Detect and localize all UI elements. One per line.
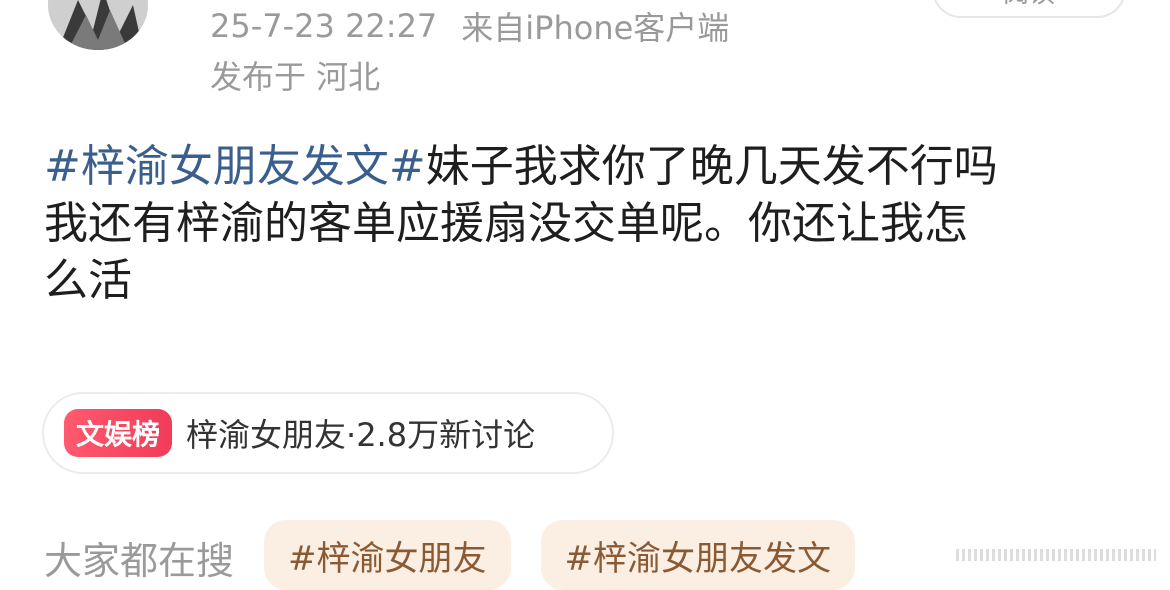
trending-search-label: 大家都在搜 bbox=[44, 539, 235, 583]
read-count-button[interactable]: 阅读 bbox=[932, 0, 1126, 18]
hot-topic-card[interactable]: 文娱榜 梓渝女朋友·2.8万新讨论 bbox=[42, 392, 614, 474]
post-meta: 25-7-23 22:27 来自iPhone客户端 bbox=[210, 4, 729, 48]
post-text-line3: 么活 bbox=[44, 255, 132, 306]
post-location: 发布于 河北 bbox=[210, 58, 381, 96]
search-chip[interactable]: #梓渝女朋友 bbox=[264, 520, 511, 590]
post-body-line1: #梓渝女朋友发文#妹子我求你了晚几天发不行吗 bbox=[44, 138, 1134, 195]
post-text-line2: 我还有梓渝的客单应援扇没交单呢。你还让我怎 bbox=[44, 198, 968, 249]
trending-search-row: 大家都在搜 #梓渝女朋友 #梓渝女朋友发文 bbox=[44, 520, 885, 590]
post-source[interactable]: 来自iPhone客户端 bbox=[461, 3, 729, 49]
avatar[interactable] bbox=[48, 0, 148, 50]
watermark-bar bbox=[956, 549, 1156, 561]
read-count-label: 阅读 bbox=[1003, 0, 1055, 10]
post-body: #梓渝女朋友发文#妹子我求你了晚几天发不行吗 我还有梓渝的客单应援扇没交单呢。你… bbox=[44, 138, 1134, 309]
search-chip[interactable]: #梓渝女朋友发文 bbox=[540, 520, 856, 590]
watermark bbox=[916, 549, 1156, 561]
hot-topic-text: 梓渝女朋友·2.8万新讨论 bbox=[186, 416, 536, 454]
avatar-image bbox=[48, 0, 148, 50]
post-timestamp: 25-7-23 22:27 bbox=[210, 7, 438, 45]
post-text-line1: 妹子我求你了晚几天发不行吗 bbox=[425, 141, 998, 192]
hot-badge: 文娱榜 bbox=[64, 409, 173, 457]
hashtag-link[interactable]: #梓渝女朋友发文# bbox=[44, 141, 426, 192]
